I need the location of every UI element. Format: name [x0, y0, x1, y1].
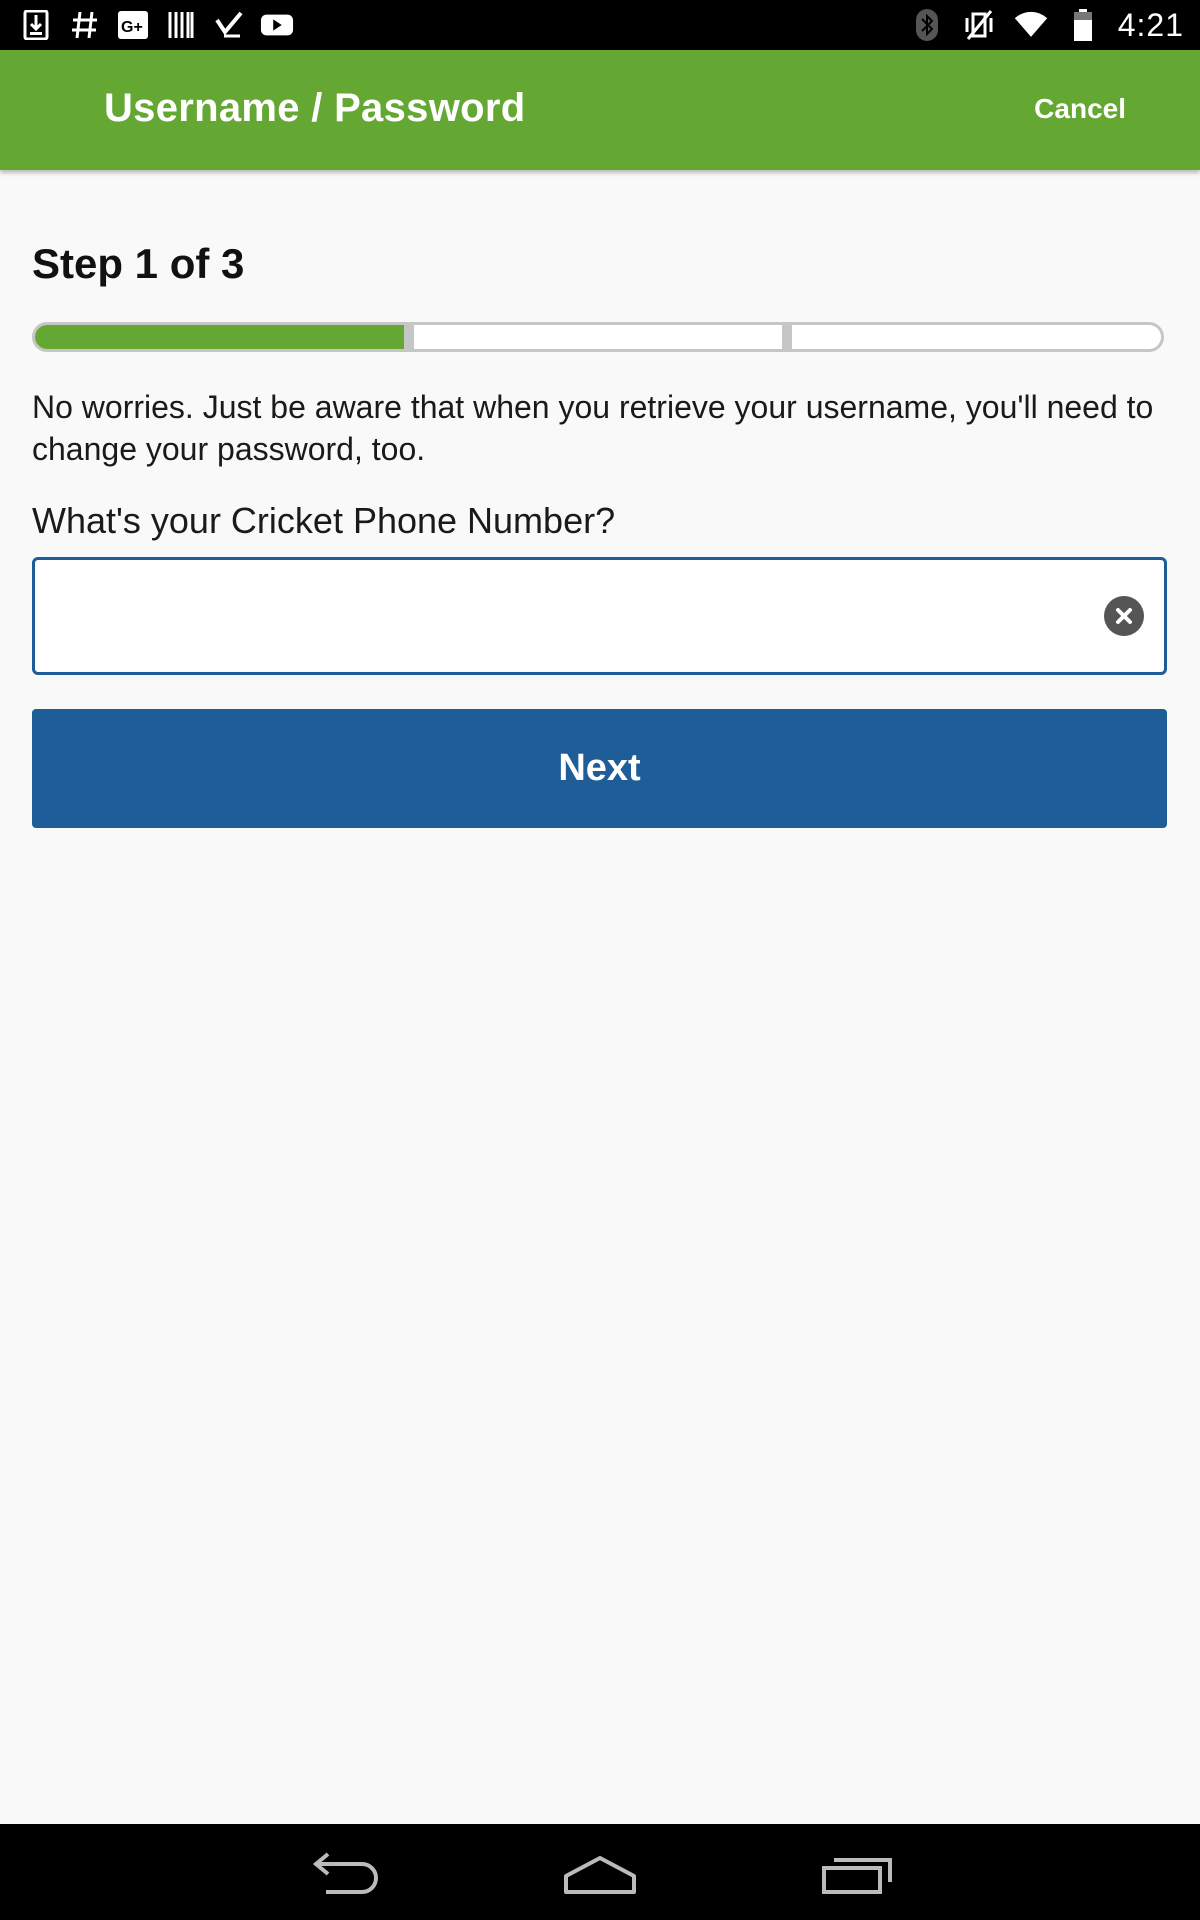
status-bar: G+ 4:21: [0, 0, 1200, 50]
progress-segment-2: [403, 325, 783, 349]
hash-icon: [68, 8, 102, 42]
wifi-icon: [1014, 8, 1048, 42]
close-icon: [1116, 608, 1132, 624]
cancel-button[interactable]: Cancel: [1034, 93, 1126, 125]
recent-apps-icon: [822, 1858, 892, 1894]
recent-apps-button[interactable]: [818, 1846, 898, 1900]
download-icon: [20, 8, 54, 42]
system-icons: 4:21: [910, 6, 1184, 44]
back-button[interactable]: [304, 1846, 384, 1900]
battery-icon: [1066, 8, 1100, 42]
phone-number-field-container: [32, 557, 1167, 675]
progress-segment-3: [782, 325, 1161, 349]
next-button[interactable]: Next: [32, 709, 1167, 828]
app-bar: Username / Password Cancel: [0, 50, 1200, 170]
home-icon: [564, 1856, 636, 1894]
svg-text:G+: G+: [121, 19, 143, 36]
google-plus-icon: G+: [116, 8, 150, 42]
home-button[interactable]: [560, 1846, 640, 1900]
navigation-bar: [0, 1824, 1200, 1920]
notification-icons: G+: [20, 8, 294, 42]
youtube-icon: [260, 8, 294, 42]
phone-number-label: What's your Cricket Phone Number?: [32, 500, 616, 541]
bluetooth-icon: [910, 8, 944, 42]
barcode-icon: [164, 8, 198, 42]
back-icon: [312, 1852, 378, 1894]
phone-number-input[interactable]: [35, 560, 1075, 672]
vibrate-off-icon: [962, 8, 996, 42]
step-indicator: Step 1 of 3: [32, 240, 245, 287]
clear-input-button[interactable]: [1104, 596, 1144, 636]
info-text: No worries. Just be aware that when you …: [32, 389, 1154, 467]
progress-segment-1: [35, 325, 404, 349]
page-title: Username / Password: [104, 86, 526, 130]
check-tasks-icon: [212, 8, 246, 42]
step-progress-bar: [32, 322, 1164, 352]
status-time: 4:21: [1117, 6, 1184, 43]
